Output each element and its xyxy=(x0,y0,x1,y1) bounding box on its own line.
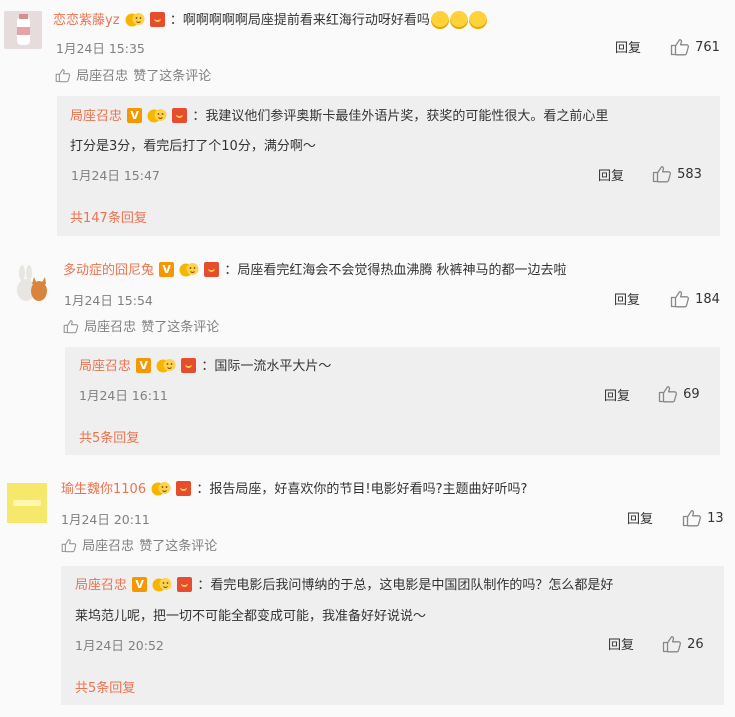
reply-text-line1: 看完电影后我问博纳的于总，这电影是中国团队制作的吗？怎么都是好 xyxy=(210,578,614,593)
comment-text: 报告局座，好喜欢你的节目!电影好看吗?主题曲好听吗? xyxy=(209,482,528,497)
liked-by-text: 赞了这条评论 xyxy=(141,320,220,335)
liked-by-user[interactable]: 局座召忠 xyxy=(82,539,134,554)
reply-button[interactable]: 回复 xyxy=(598,165,624,184)
reply-button[interactable]: 回复 xyxy=(627,508,653,527)
reply-time: 1月24日 15:47 xyxy=(71,168,160,183)
reply-text-line1: 国际一流水平大片～ xyxy=(214,359,332,374)
like-count: 13 xyxy=(707,511,724,526)
vip-face-icon xyxy=(125,11,145,28)
more-replies-link[interactable]: 共5条回复 xyxy=(79,427,139,446)
red-envelope-icon xyxy=(149,12,165,27)
red-envelope-icon xyxy=(204,262,220,277)
vip-face-icon xyxy=(152,576,172,593)
vip-face-icon xyxy=(156,357,176,374)
comment-time: 1月24日 20:11 xyxy=(61,512,150,527)
liked-by-line: 局座召忠 赞了这条评论 xyxy=(61,535,217,554)
red-envelope-icon xyxy=(172,108,188,123)
verified-v-icon: V xyxy=(127,108,143,123)
reply-text-line1: 我建议他们参评奥斯卡最佳外语片奖，获奖的可能性很大。看之前心里 xyxy=(205,109,609,124)
comment-text: 啊啊啊啊啊局座提前看来红海行动呀好看吗 xyxy=(182,13,430,28)
thumbs-up-icon xyxy=(682,509,702,527)
liked-by-text: 赞了这条评论 xyxy=(139,539,218,554)
more-replies-link[interactable]: 共147条回复 xyxy=(70,207,147,226)
reply-time: 1月24日 20:52 xyxy=(75,638,164,653)
reply-username[interactable]: 局座召忠 xyxy=(70,109,122,124)
reply-time: 1月24日 16:11 xyxy=(79,388,168,403)
verified-v-icon: V xyxy=(132,577,148,592)
reply-text-line2: 莱坞范儿呢，把一切不可能全都变成可能，我准备好好说说～ xyxy=(75,609,427,624)
comment-text: 局座看完红海会不会觉得热血沸腾 秋裤神马的都一边去啦 xyxy=(237,263,567,278)
emoji-icon xyxy=(430,10,449,29)
thumbs-up-icon xyxy=(61,538,77,553)
emoji-icon xyxy=(468,10,487,29)
like-button[interactable]: 26 xyxy=(662,633,704,653)
comment-username[interactable]: 瑜生魏你1106 xyxy=(61,482,146,497)
reply-text-line2: 打分是3分，看完后打了个10分，满分啊～ xyxy=(70,139,316,154)
more-replies-link[interactable]: 共5条回复 xyxy=(75,677,135,696)
liked-by-user[interactable]: 局座召忠 xyxy=(76,69,128,84)
like-button[interactable]: 583 xyxy=(652,163,702,183)
thumbs-up-icon xyxy=(670,38,690,56)
reply-button[interactable]: 回复 xyxy=(615,37,641,56)
thumbs-up-icon xyxy=(55,68,71,83)
liked-by-line: 局座召忠 赞了这条评论 xyxy=(55,65,211,84)
liked-by-line: 局座召忠 赞了这条评论 xyxy=(63,316,219,335)
reply-username[interactable]: 局座召忠 xyxy=(75,578,127,593)
comment-username[interactable]: 恋恋紫藤yz xyxy=(53,13,120,28)
reply-button[interactable]: 回复 xyxy=(614,289,640,308)
verified-v-icon: V xyxy=(159,262,175,277)
like-count: 761 xyxy=(695,40,720,55)
like-count: 184 xyxy=(695,292,720,307)
comment-time: 1月24日 15:54 xyxy=(64,293,153,308)
reply-button[interactable]: 回复 xyxy=(604,385,630,404)
like-button[interactable]: 761 xyxy=(670,36,720,56)
like-button[interactable]: 69 xyxy=(658,383,700,403)
thumbs-up-icon xyxy=(652,165,672,183)
like-count: 26 xyxy=(687,637,704,652)
comment-time: 1月24日 15:35 xyxy=(56,41,145,56)
like-button[interactable]: 13 xyxy=(682,507,724,527)
avatar[interactable] xyxy=(10,263,52,305)
red-envelope-icon xyxy=(181,358,197,373)
thumbs-up-icon xyxy=(658,385,678,403)
thumbs-up-icon xyxy=(670,290,690,308)
comment-username[interactable]: 多动症的囧尼兔 xyxy=(63,263,154,278)
like-count: 583 xyxy=(677,167,702,182)
avatar[interactable] xyxy=(4,11,42,49)
reply-button[interactable]: 回复 xyxy=(608,634,634,653)
liked-by-user[interactable]: 局座召忠 xyxy=(84,320,136,335)
emoji-icon xyxy=(449,10,468,29)
thumbs-up-icon xyxy=(63,319,79,334)
liked-by-text: 赞了这条评论 xyxy=(133,69,212,84)
vip-face-icon xyxy=(147,107,167,124)
like-button[interactable]: 184 xyxy=(670,288,720,308)
verified-v-icon: V xyxy=(136,358,152,373)
thumbs-up-icon xyxy=(662,635,682,653)
like-count: 69 xyxy=(683,387,700,402)
red-envelope-icon xyxy=(177,577,193,592)
vip-face-icon xyxy=(179,261,199,278)
vip-face-icon xyxy=(151,480,171,497)
red-envelope-icon xyxy=(176,481,192,496)
avatar[interactable] xyxy=(7,483,47,523)
reply-username[interactable]: 局座召忠 xyxy=(79,359,131,374)
